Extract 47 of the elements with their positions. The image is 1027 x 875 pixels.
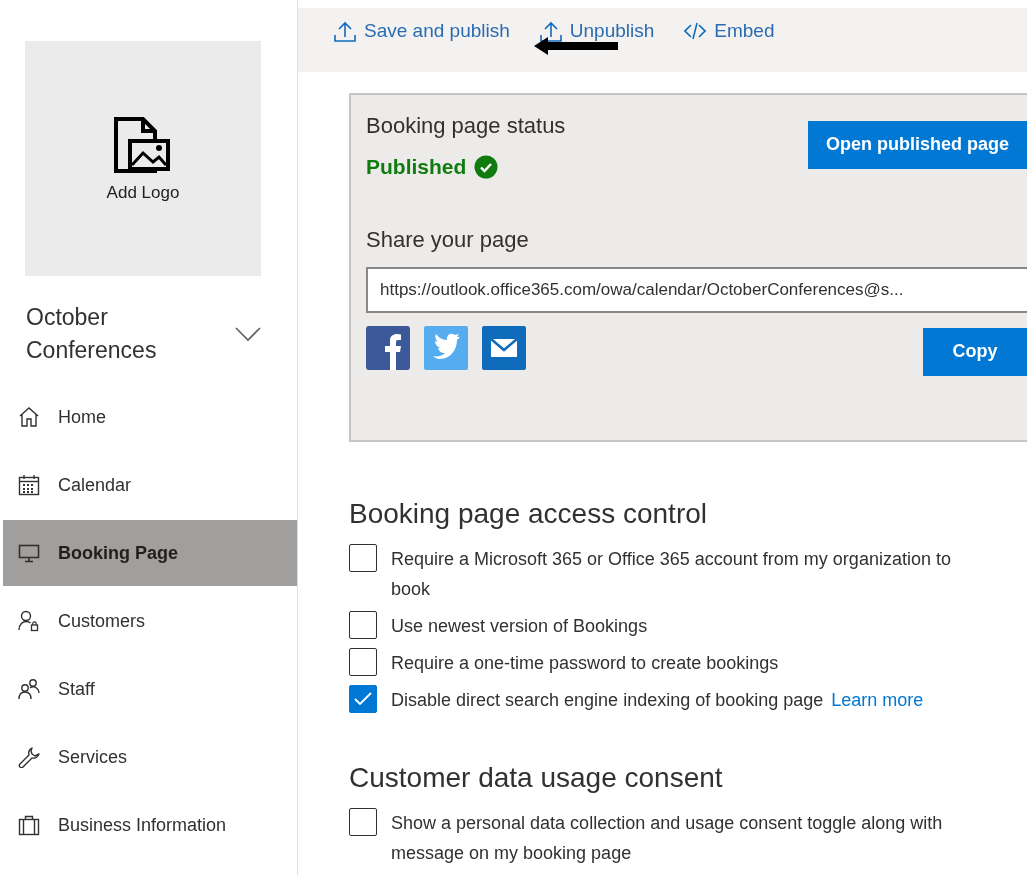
nav-item[interactable]: Customers bbox=[3, 588, 297, 654]
nav-item[interactable]: Business Information bbox=[3, 792, 297, 858]
nav-item[interactable]: Services bbox=[3, 724, 297, 790]
code-icon bbox=[684, 20, 707, 42]
option-label: Show a personal data collection and usage consent toggle along with message on my booking page bbox=[391, 812, 944, 865]
option-label: Use newest version of Bookings bbox=[391, 615, 649, 638]
toolbar-button[interactable]: Embed bbox=[684, 20, 775, 42]
monitor-icon bbox=[18, 542, 40, 564]
calendar-icon bbox=[18, 474, 40, 496]
url-field[interactable]: https://outlook.office365.com/owa/calendar/OctoberConferences@s... bbox=[366, 266, 1027, 313]
toolbar-button[interactable]: Unpublish bbox=[539, 20, 655, 42]
nav-item[interactable]: Calendar bbox=[3, 452, 297, 518]
checkmark-icon bbox=[354, 692, 372, 706]
open-page-button[interactable]: Open published page bbox=[808, 120, 1027, 169]
business-name: October Conferences bbox=[26, 303, 158, 365]
checkbox[interactable] bbox=[349, 808, 377, 836]
nav-item[interactable]: Home bbox=[3, 384, 297, 450]
section-heading: Customer data usage consent bbox=[349, 762, 724, 794]
briefcase-icon bbox=[18, 814, 40, 836]
home-icon bbox=[18, 406, 40, 428]
image-file-icon bbox=[113, 114, 173, 175]
upload-icon bbox=[539, 20, 562, 42]
check-circle-icon bbox=[474, 154, 499, 179]
status-text: Published bbox=[366, 154, 467, 179]
wrench-icon bbox=[18, 746, 40, 768]
toolbar-button[interactable]: Save and publish bbox=[334, 20, 510, 42]
option-label: Require a one-time password to create bookings bbox=[391, 652, 780, 675]
learn-more-link[interactable]: Learn more bbox=[831, 690, 924, 710]
checkbox[interactable] bbox=[349, 685, 377, 713]
option-label: Require a Microsoft 365 or Office 365 account from my organization to book bbox=[391, 548, 952, 601]
card-heading: Booking page status bbox=[366, 112, 566, 139]
mail-icon[interactable] bbox=[482, 325, 526, 370]
nav-item[interactable]: Booking Page bbox=[3, 520, 297, 586]
copy-button[interactable]: Copy bbox=[923, 327, 1027, 376]
add-logo-button[interactable]: Add Logo bbox=[25, 41, 261, 276]
checkbox[interactable] bbox=[349, 544, 377, 572]
facebook-icon[interactable] bbox=[366, 325, 410, 370]
checkbox[interactable] bbox=[349, 648, 377, 676]
upload-icon bbox=[334, 20, 356, 42]
nav-item[interactable]: Staff bbox=[3, 656, 297, 722]
section-heading: Booking page access control bbox=[349, 498, 708, 530]
person-lock-icon bbox=[18, 610, 40, 632]
checkbox[interactable] bbox=[349, 611, 377, 639]
chevron-down-icon[interactable] bbox=[235, 326, 261, 342]
option-label: Disable direct search engine indexing of booking page bbox=[391, 690, 824, 710]
people-icon bbox=[18, 678, 40, 700]
card-heading: Share your page bbox=[366, 226, 530, 253]
